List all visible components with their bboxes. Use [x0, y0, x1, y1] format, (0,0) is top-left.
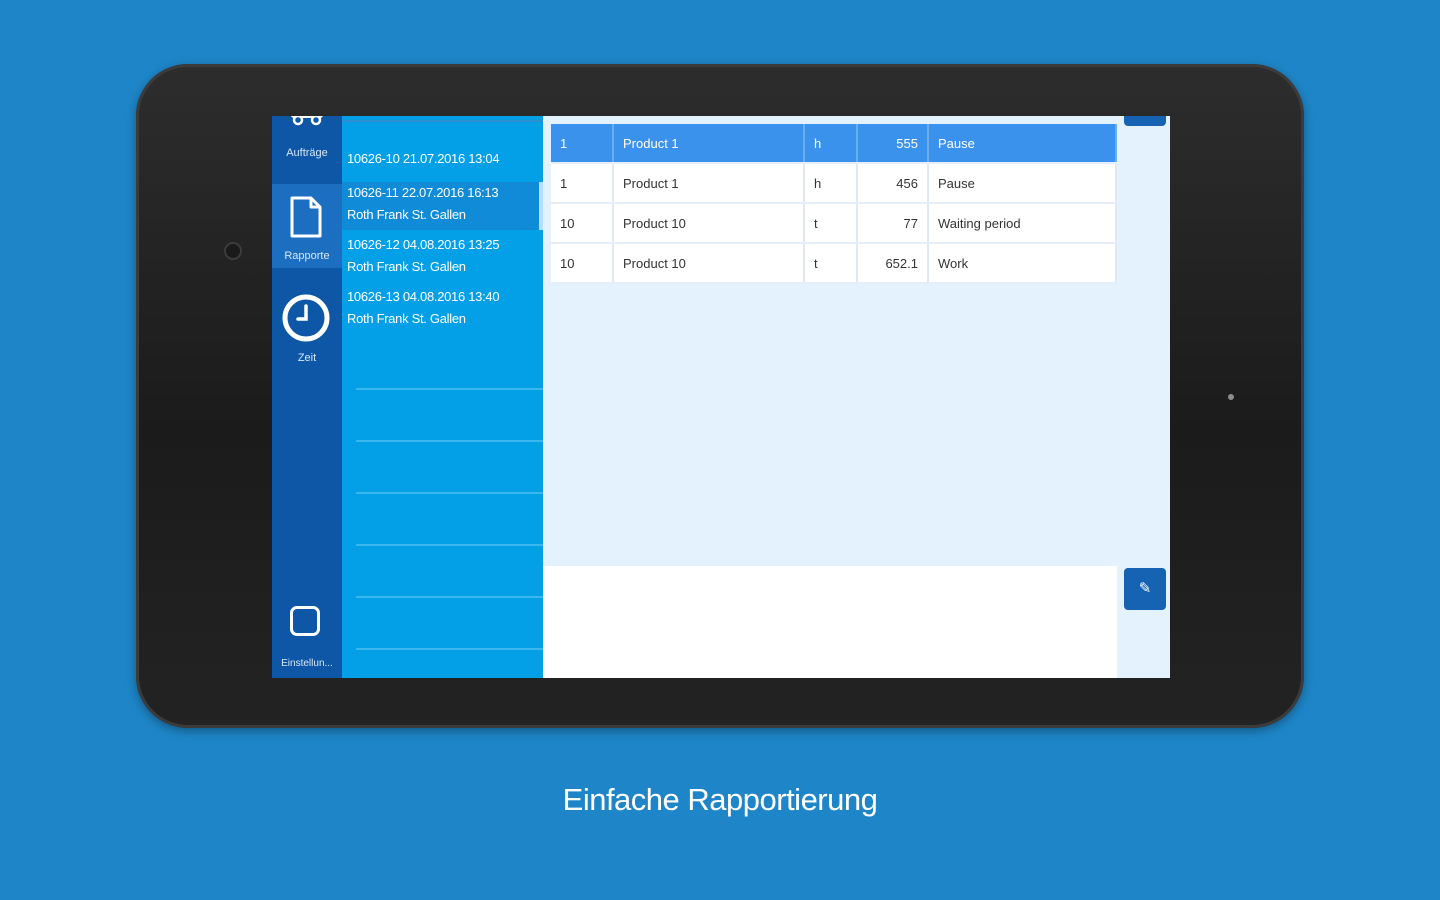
list-divider — [356, 544, 543, 546]
cell-value: 555 — [857, 124, 929, 164]
pencil-icon: ✎ — [1138, 580, 1152, 597]
list-top-edge — [342, 116, 543, 122]
list-divider — [356, 596, 543, 598]
table-row[interactable]: 1 Product 1 h 456 Pause — [551, 163, 1117, 204]
edit-button[interactable]: ✎ — [1124, 568, 1166, 610]
cell-qty: 1 — [551, 163, 614, 204]
clock-icon — [282, 294, 330, 342]
cell-type: Work — [928, 243, 1117, 284]
tablet-frame: Aufträge Rapporte Zeit Einstellun... 106… — [136, 64, 1304, 728]
nav-sidebar: Aufträge Rapporte Zeit Einstellun... — [272, 116, 342, 678]
report-customer: Roth Frank St. Gallen — [347, 311, 466, 326]
document-icon — [290, 196, 322, 238]
cell-product: Product 10 — [613, 203, 805, 244]
nav-item-einstellungen[interactable]: Einstellun... — [272, 586, 342, 678]
items-table: 1 Product 1 h 555 Pause 1 Product 1 h 45… — [551, 124, 1117, 284]
table-row[interactable]: 10 Product 10 t 77 Waiting period — [551, 203, 1117, 244]
cell-value: 456 — [857, 163, 929, 204]
cell-product: Product 1 — [613, 163, 805, 204]
notes-panel[interactable] — [543, 566, 1117, 678]
report-title: 10626-12 04.08.2016 13:25 — [347, 237, 500, 252]
list-divider — [356, 440, 543, 442]
report-title: 10626-11 22.07.2016 16:13 — [347, 185, 499, 200]
cell-qty: 10 — [551, 203, 614, 244]
cell-product: Product 1 — [613, 124, 805, 164]
promo-caption: Einfache Rapportierung — [562, 782, 878, 817]
report-item-selected[interactable]: 10626-11 22.07.2016 16:13 Roth Frank St.… — [342, 182, 543, 230]
report-list: 10626-10 21.07.2016 13:04 10626-11 22.07… — [342, 116, 543, 678]
report-customer: Roth Frank St. Gallen — [347, 259, 466, 274]
table-row[interactable]: 10 Product 10 t 652.1 Work — [551, 243, 1117, 284]
settings-icon — [290, 606, 320, 636]
car-icon — [291, 116, 323, 126]
table-row-selected[interactable]: 1 Product 1 h 555 Pause — [551, 124, 1117, 164]
nav-item-zeit[interactable]: Zeit — [272, 280, 342, 370]
camera-lens — [224, 242, 242, 260]
list-divider — [356, 492, 543, 494]
top-action-button[interactable] — [1124, 116, 1166, 126]
report-title: 10626-10 21.07.2016 13:04 — [347, 151, 500, 166]
cell-unit: h — [804, 124, 858, 164]
report-item[interactable]: 10626-12 04.08.2016 13:25 Roth Frank St.… — [342, 234, 543, 282]
cell-qty: 1 — [551, 124, 614, 164]
cell-value: 77 — [857, 203, 929, 244]
cell-unit: t — [804, 203, 858, 244]
report-item[interactable]: 10626-10 21.07.2016 13:04 — [342, 148, 543, 178]
nav-item-auftraege[interactable]: Aufträge — [272, 116, 342, 182]
cell-unit: h — [804, 163, 858, 204]
report-customer: Roth Frank St. Gallen — [347, 207, 466, 222]
report-detail: 1 Product 1 h 555 Pause 1 Product 1 h 45… — [543, 116, 1170, 678]
cell-unit: t — [804, 243, 858, 284]
list-divider — [356, 648, 543, 650]
cell-type: Pause — [928, 163, 1117, 204]
cell-type: Pause — [928, 124, 1117, 164]
list-divider — [356, 388, 543, 390]
cell-value: 652.1 — [857, 243, 929, 284]
nav-item-rapporte[interactable]: Rapporte — [272, 184, 342, 268]
cell-product: Product 10 — [613, 243, 805, 284]
cell-qty: 10 — [551, 243, 614, 284]
cell-type: Waiting period — [928, 203, 1117, 244]
sensor-dot — [1228, 394, 1234, 400]
report-item[interactable]: 10626-13 04.08.2016 13:40 Roth Frank St.… — [342, 286, 543, 334]
app-screen: Aufträge Rapporte Zeit Einstellun... 106… — [272, 116, 1170, 678]
report-title: 10626-13 04.08.2016 13:40 — [347, 289, 500, 304]
